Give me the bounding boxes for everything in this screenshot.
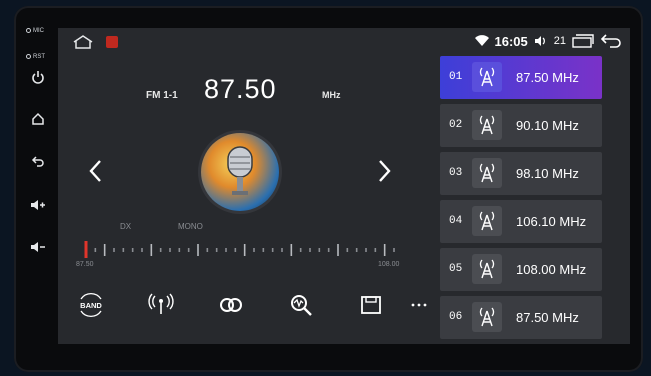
clock: 16:05 bbox=[494, 33, 528, 49]
mono-indicator: MONO bbox=[178, 222, 203, 231]
stereo-button[interactable] bbox=[216, 290, 246, 320]
volume-level: 21 bbox=[553, 35, 566, 47]
mic-label: MIC bbox=[26, 28, 44, 34]
band-button[interactable]: BAND bbox=[76, 290, 106, 320]
preset-item-02[interactable]: 02 90.10 MHz bbox=[440, 104, 602, 147]
power-icon[interactable] bbox=[26, 68, 50, 92]
preset-item-05[interactable]: 05 108.00 MHz bbox=[440, 248, 602, 291]
preset-frequency: 106.10 MHz bbox=[516, 214, 587, 229]
preset-frequency: 87.50 MHz bbox=[516, 310, 579, 325]
home-icon[interactable] bbox=[72, 34, 94, 50]
preset-frequency: 108.00 MHz bbox=[516, 262, 587, 277]
preset-item-01[interactable]: 01 87.50 MHz bbox=[440, 56, 602, 99]
app-icon[interactable] bbox=[106, 36, 118, 48]
dx-indicator: DX bbox=[120, 222, 132, 231]
preset-number: 06 bbox=[449, 311, 463, 323]
band-label: BAND bbox=[80, 301, 102, 310]
side-panel: MIC RST bbox=[20, 20, 58, 360]
more-button[interactable] bbox=[404, 290, 434, 320]
preset-frequency: 90.10 MHz bbox=[516, 118, 579, 133]
preset-number: 03 bbox=[449, 167, 463, 179]
wifi-icon bbox=[474, 35, 489, 46]
preset-number: 05 bbox=[449, 263, 463, 275]
antenna-icon bbox=[472, 206, 502, 236]
scale-max-label: 108.00 bbox=[378, 261, 400, 268]
volume-up-icon[interactable] bbox=[26, 196, 50, 220]
preset-number: 04 bbox=[449, 215, 463, 227]
volume-icon[interactable] bbox=[534, 35, 548, 47]
scan-antenna-button[interactable] bbox=[146, 290, 176, 320]
radio-toolbar: BAND bbox=[76, 290, 436, 320]
next-station-button[interactable] bbox=[374, 156, 394, 186]
tuner-marker[interactable] bbox=[84, 241, 88, 258]
preset-item-03[interactable]: 03 98.10 MHz bbox=[440, 152, 602, 195]
microphone-icon bbox=[227, 146, 253, 195]
side-home-icon[interactable] bbox=[26, 110, 50, 134]
antenna-icon bbox=[472, 62, 502, 92]
search-button[interactable] bbox=[286, 290, 316, 320]
radio-screen: 16:05 21 FM 1-1 87.50 MHz DX MONO 87.50 … bbox=[58, 28, 630, 344]
side-back-icon[interactable] bbox=[26, 152, 50, 176]
windows-icon[interactable] bbox=[572, 34, 594, 48]
rst-label[interactable]: RST bbox=[26, 54, 45, 60]
tuner-scale[interactable] bbox=[82, 240, 402, 260]
preset-number: 02 bbox=[449, 119, 463, 131]
antenna-icon bbox=[472, 302, 502, 332]
band-indicator: FM 1-1 bbox=[146, 90, 178, 101]
back-icon[interactable] bbox=[600, 33, 622, 49]
antenna-icon bbox=[472, 254, 502, 284]
frequency-unit: MHz bbox=[322, 90, 341, 100]
preset-frequency: 87.50 MHz bbox=[516, 70, 579, 85]
scale-min-label: 87.50 bbox=[76, 261, 94, 268]
volume-down-icon[interactable] bbox=[26, 238, 50, 262]
antenna-icon bbox=[472, 158, 502, 188]
preset-item-04[interactable]: 04 106.10 MHz bbox=[440, 200, 602, 243]
preset-number: 01 bbox=[449, 71, 463, 83]
antenna-icon bbox=[472, 110, 502, 140]
status-right: 16:05 21 bbox=[474, 33, 623, 49]
status-bar: 16:05 21 bbox=[58, 28, 630, 54]
prev-station-button[interactable] bbox=[86, 156, 106, 186]
frequency-display: 87.50 bbox=[204, 74, 277, 104]
preset-item-06[interactable]: 06 87.50 MHz bbox=[440, 296, 602, 339]
preset-frequency: 98.10 MHz bbox=[516, 166, 579, 181]
station-artwork bbox=[201, 133, 279, 211]
save-button[interactable] bbox=[356, 290, 386, 320]
